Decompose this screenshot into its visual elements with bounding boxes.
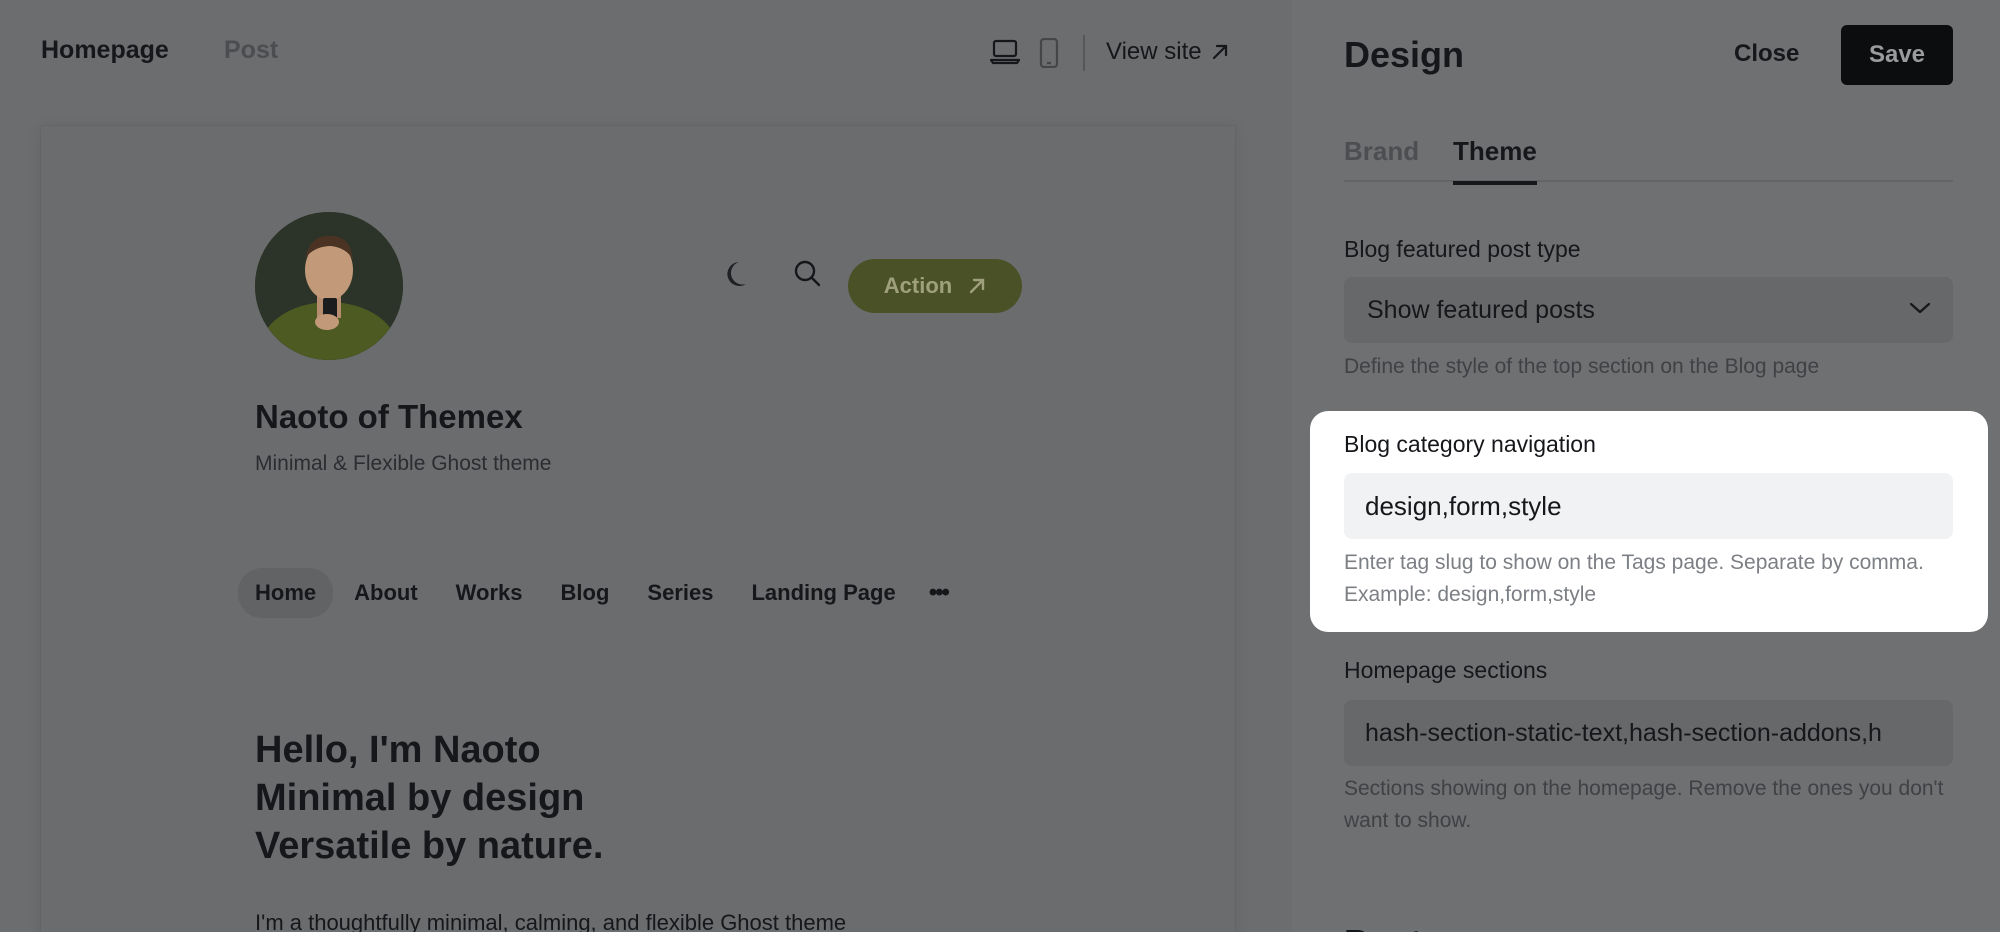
site-description: Minimal & Flexible Ghost theme bbox=[255, 452, 552, 475]
category-navigation-card: Blog category navigation Enter tag slug … bbox=[1310, 411, 1988, 632]
nav-item-blog[interactable]: Blog bbox=[544, 568, 627, 618]
view-site-label: View site bbox=[1106, 38, 1202, 65]
external-arrow-icon bbox=[1212, 44, 1227, 60]
site-title: Naoto of Themex bbox=[255, 398, 523, 435]
nav-item-home[interactable]: Home bbox=[238, 568, 334, 618]
tab-homepage[interactable]: Homepage bbox=[41, 36, 169, 65]
avatar bbox=[255, 212, 403, 360]
save-button[interactable]: Save bbox=[1841, 25, 1953, 85]
hero-intro-text: I'm a thoughtfully minimal, calming, and… bbox=[255, 910, 847, 932]
panel-tabs: Brand Theme bbox=[1344, 134, 1953, 185]
site-navigation: Home About Works Blog Series Landing Pag… bbox=[238, 568, 960, 618]
more-menu-icon[interactable]: ••• bbox=[917, 579, 960, 607]
tab-post[interactable]: Post bbox=[224, 36, 278, 65]
preview-header: Homepage Post View site bbox=[0, 0, 1292, 100]
preview-area: Homepage Post View site Action Naoto of … bbox=[0, 0, 1292, 932]
moon-icon[interactable] bbox=[726, 258, 756, 293]
category-navigation-input[interactable] bbox=[1344, 473, 1953, 539]
action-button-label: Action bbox=[883, 273, 953, 298]
category-navigation-label: Blog category navigation bbox=[1344, 431, 1596, 457]
site-preview-frame bbox=[41, 126, 1235, 932]
nav-item-landing-page[interactable]: Landing Page bbox=[734, 568, 912, 618]
homepage-sections-input[interactable]: hash-section-static-text,hash-section-ad… bbox=[1344, 700, 1953, 766]
header-divider bbox=[1083, 35, 1085, 71]
close-button[interactable]: Close bbox=[1734, 40, 1799, 68]
featured-post-type-help: Define the style of the top section on t… bbox=[1344, 355, 1820, 378]
hero-line-2: Minimal by design bbox=[255, 777, 585, 819]
homepage-sections-help: Sections showing on the homepage. Remove… bbox=[1344, 777, 1944, 832]
featured-post-type-label: Blog featured post type bbox=[1344, 236, 1581, 262]
arrow-up-right-icon bbox=[970, 278, 985, 294]
homepage-sections-label: Homepage sections bbox=[1344, 657, 1548, 683]
chevron-down-icon bbox=[1909, 302, 1931, 314]
mobile-preview-icon[interactable] bbox=[1038, 37, 1060, 73]
nav-item-about[interactable]: About bbox=[337, 568, 435, 618]
nav-item-series[interactable]: Series bbox=[630, 568, 730, 618]
hero-heading: Hello, I'm Naoto Minimal by design Versa… bbox=[255, 726, 604, 870]
category-navigation-help: Enter tag slug to show on the Tags page.… bbox=[1344, 551, 1924, 606]
featured-post-type-value: Show featured posts bbox=[1367, 295, 1595, 324]
hero-line-3: Versatile by nature. bbox=[255, 825, 604, 867]
search-icon[interactable] bbox=[792, 258, 822, 293]
desktop-preview-icon[interactable] bbox=[989, 38, 1021, 71]
post-section-heading: Post bbox=[1344, 922, 1422, 932]
view-site-link[interactable]: View site bbox=[1106, 38, 1230, 66]
featured-post-type-select[interactable]: Show featured posts bbox=[1344, 277, 1953, 343]
panel-title: Design bbox=[1344, 34, 1465, 75]
action-button[interactable]: Action bbox=[848, 259, 1022, 313]
tab-theme[interactable]: Theme bbox=[1453, 136, 1537, 185]
tab-brand[interactable]: Brand bbox=[1344, 136, 1419, 181]
hero-line-1: Hello, I'm Naoto bbox=[255, 729, 541, 771]
nav-item-works[interactable]: Works bbox=[439, 568, 540, 618]
